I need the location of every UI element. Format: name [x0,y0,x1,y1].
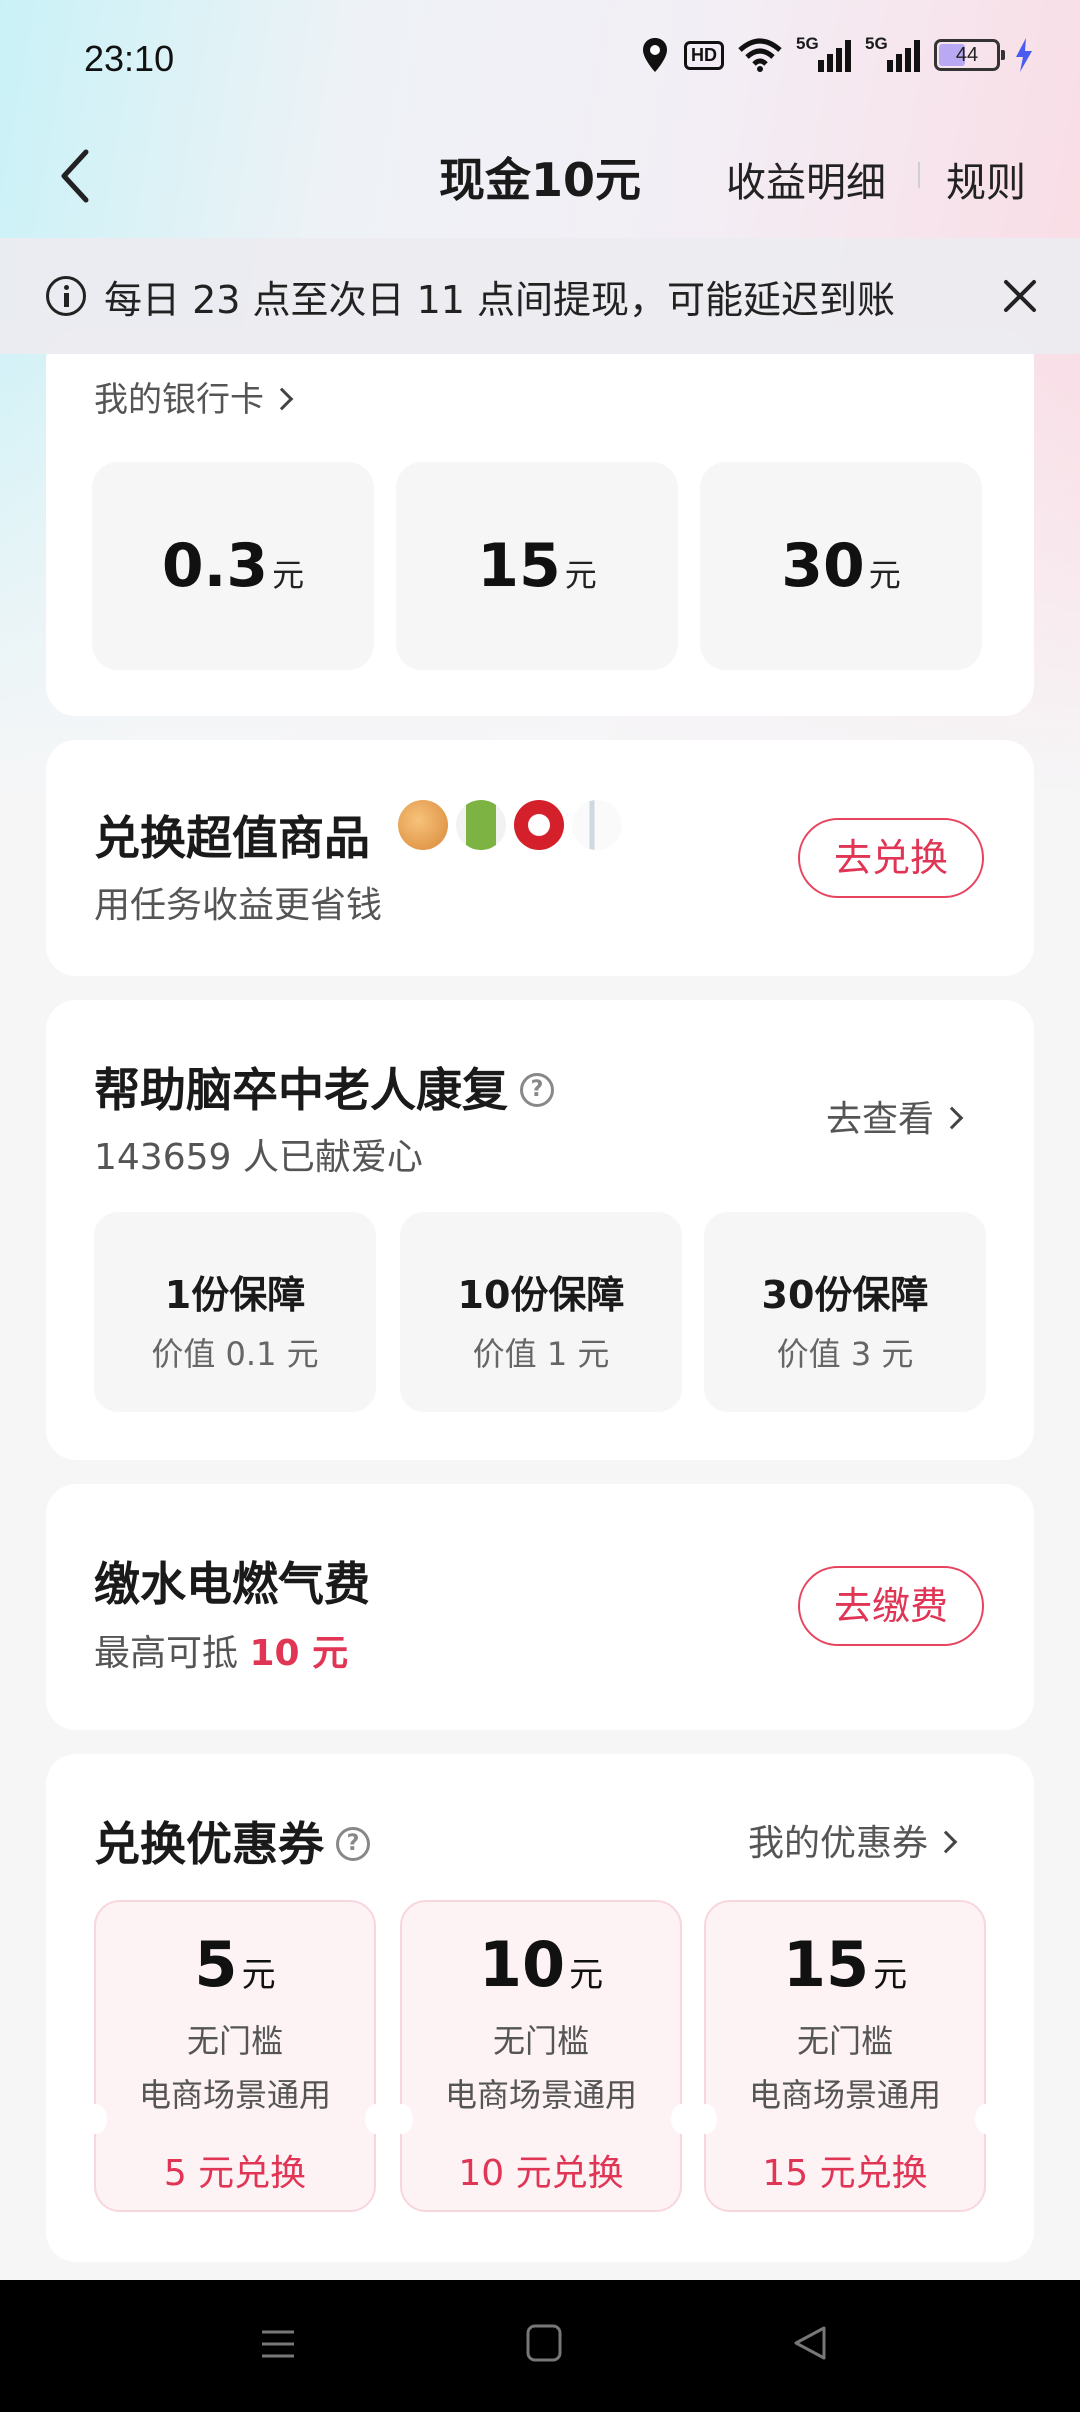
coupon-option[interactable]: 5元 无门槛 电商场景通用 5 元兑换 [94,1900,376,2212]
location-icon [643,38,667,72]
protection-option[interactable]: 10份保障 价值 1 元 [400,1212,682,1412]
utilities-subtitle: 最高可抵 10 元 [94,1633,349,1674]
status-bar: 23:10 HD 5G 5G 44 [0,0,1080,120]
charging-bolt-icon [1016,38,1032,72]
kfc-logo-icon [514,800,564,850]
rules-link[interactable]: 规则 [946,150,1026,208]
home-icon[interactable] [524,2322,564,2364]
charity-title: 帮助脑卒中老人康复? [94,1054,554,1120]
coupon-redeem-button[interactable]: 5 元兑换 [96,2144,374,2196]
coupon-notch [391,2104,413,2134]
my-coupons-link[interactable]: 我的优惠券 [748,1814,958,1866]
withdraw-amount-option[interactable]: 30 元 [700,462,982,670]
close-icon[interactable] [998,274,1042,318]
hd-icon: HD [684,40,724,70]
signal-icon-1: 5G [796,34,851,72]
battery-icon: 44 [934,39,1005,71]
goods-thumbnails [398,800,622,850]
utilities-title: 缴水电燃气费 [94,1557,370,1611]
coupon-redeem-button[interactable]: 15 元兑换 [706,2144,984,2196]
coupon-notch [975,2104,997,2134]
help-question-icon[interactable]: ? [520,1072,554,1107]
utilities-max-amount: 10 元 [249,1633,349,1674]
coupon-option[interactable]: 15 元 无门槛 电商场景通用 15 元兑换 [704,1900,986,2212]
bank-card-link[interactable]: 我的银行卡 [94,372,294,421]
coupons-title: 兑换优惠券? [94,1808,370,1874]
earnings-details-link[interactable]: 收益明细 [726,150,886,208]
toiletries-product-icon [572,800,622,850]
header-divider [918,162,920,188]
exchange-goods-title: 兑换超值商品 [94,811,370,865]
coupon-notch [671,2104,693,2134]
status-time: 23:10 [84,38,175,79]
signal-icon-2: 5G [865,34,920,72]
help-question-icon[interactable]: ? [336,1826,370,1861]
chevron-right-icon [934,1830,958,1854]
coupon-notch [365,2104,387,2134]
coupon-redeem-button[interactable]: 10 元兑换 [402,2144,680,2196]
withdraw-notice-bar: 每日 23 点至次日 11 点间提现，可能延迟到账 [0,238,1080,354]
status-icons: HD 5G 5G 44 [640,34,1034,74]
chevron-right-icon [940,1106,964,1130]
charity-view-link[interactable]: 去查看 [826,1090,964,1142]
notice-text: 每日 23 点至次日 11 点间提现，可能延迟到账 [104,277,896,322]
withdraw-amount-option[interactable]: 0.3 元 [92,462,374,670]
snack-product-icon [398,800,448,850]
back-icon[interactable] [790,2322,830,2364]
chevron-right-icon [270,387,294,410]
go-pay-button[interactable]: 去缴费 [798,1566,984,1646]
withdraw-amount-option[interactable]: 15 元 [396,462,678,670]
system-navigation-bar [0,2280,1080,2412]
charity-count: 143659 人已献爱心 [94,1137,423,1178]
info-icon [46,276,86,316]
coupon-notch [695,2104,717,2134]
drink-product-icon [456,800,506,850]
protection-option[interactable]: 1份保障 价值 0.1 元 [94,1212,376,1412]
coupon-notch [85,2104,107,2134]
exchange-goods-subtitle: 用任务收益更省钱 [94,885,383,926]
menu-icon[interactable] [258,2324,298,2364]
protection-option[interactable]: 30份保障 价值 3 元 [704,1212,986,1412]
go-exchange-button[interactable]: 去兑换 [798,818,984,898]
coupon-option[interactable]: 10 元 无门槛 电商场景通用 10 元兑换 [400,1900,682,2212]
wifi-icon [738,38,782,72]
